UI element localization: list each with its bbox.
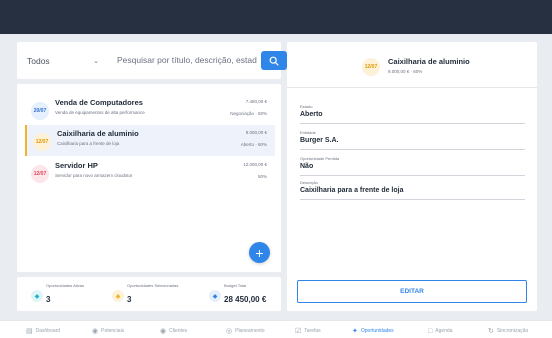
nav-item-potenciais[interactable]: ◉ Potenciais xyxy=(92,326,124,336)
date-badge: 12/07 xyxy=(362,58,380,76)
nav-item-planeamento[interactable]: ◎ Planeamento xyxy=(226,326,265,336)
opportunity-stage: 50% xyxy=(257,174,267,179)
add-opportunity-button[interactable]: + xyxy=(249,242,270,263)
detail-header: 12/07 Caixilharia de aluminio 9.000,00 €… xyxy=(287,42,537,88)
field-value: Burger S.A. xyxy=(300,137,339,144)
field-label: Entidade xyxy=(300,130,316,135)
nav-item-agenda[interactable]: □ Agenda xyxy=(428,326,452,336)
plus-icon: + xyxy=(255,244,264,261)
stats-panel: ◆ Oportunidades Ativas 3 ◆ Oportunidades… xyxy=(17,277,281,311)
nav-label: Tarefas xyxy=(304,328,321,334)
nav-item-tarefas[interactable]: ☑ Tarefas xyxy=(295,326,321,336)
stat-value: 28 450,00 € xyxy=(224,295,267,304)
field-label: Estado xyxy=(300,104,313,109)
bar-chart-icon: ▤ xyxy=(26,327,33,335)
active-opportunities-icon: ◆ xyxy=(31,290,43,302)
nav-item-sincronizacao[interactable]: ↻ Sincronização xyxy=(488,326,528,336)
detail-title: Caixilharia de aluminio xyxy=(388,57,470,66)
checkbox-icon: ☑ xyxy=(295,327,302,335)
field-label: Descrição xyxy=(300,180,318,185)
opportunity-value: 9.000,00 € xyxy=(245,130,267,135)
user-circle-icon: ◉ xyxy=(92,327,99,335)
users-icon: ◉ xyxy=(160,327,167,335)
opportunity-list-item[interactable]: 20/07 Venda de Computadores Venda de equ… xyxy=(25,94,275,125)
opportunity-stage: Aberto · 60% xyxy=(240,142,267,147)
app-top-bar xyxy=(0,0,552,34)
status-filter-value: Todos xyxy=(27,56,50,66)
field-descricao: Descrição Caixilharia para a frente de l… xyxy=(300,180,525,200)
stat-value: 3 xyxy=(127,295,132,304)
nav-item-dashboard[interactable]: ▤ Dashboard xyxy=(26,326,60,336)
selected-opportunities-icon: ◆ xyxy=(112,290,124,302)
search-input[interactable] xyxy=(117,50,257,70)
date-badge: 20/07 xyxy=(31,102,49,120)
field-estado: Estado Aberto xyxy=(300,104,525,124)
opportunity-title: Servidor HP xyxy=(55,161,98,170)
status-filter-select[interactable]: Todos ⌄ xyxy=(27,54,99,68)
search-button[interactable] xyxy=(261,51,287,70)
nav-item-clientes[interactable]: ◉ Clientes xyxy=(160,326,187,336)
opportunity-value: 7.450,00 € xyxy=(245,99,267,104)
nav-item-oportunidades[interactable]: ✦ Oportunidades xyxy=(352,326,394,336)
edit-button[interactable]: EDITAR xyxy=(297,280,527,303)
search-icon xyxy=(269,56,279,66)
opportunity-list: 20/07 Venda de Computadores Venda de equ… xyxy=(17,84,281,272)
stat-value: 3 xyxy=(46,295,51,304)
lightbulb-icon: ◎ xyxy=(226,327,233,335)
opportunity-list-item-selected[interactable]: 12/07 Caixilharia de aluminio Caixilhari… xyxy=(25,125,275,156)
opportunity-detail-panel: 12/07 Caixilharia de aluminio 9.000,00 €… xyxy=(287,42,537,311)
nav-label: Planeamento xyxy=(235,328,265,334)
opportunity-list-item[interactable]: 12/07 Servidor HP Servidor para novo arm… xyxy=(25,157,275,188)
target-icon: ✦ xyxy=(352,327,358,335)
field-value: Caixilharia para a frente de loja xyxy=(300,187,404,194)
stat-label: Oportunidades Selecionadas xyxy=(127,283,179,288)
chevron-down-icon: ⌄ xyxy=(93,58,99,65)
opportunity-title: Caixilharia de aluminio xyxy=(57,129,139,138)
nav-label: Oportunidades xyxy=(360,328,394,334)
date-badge: 12/07 xyxy=(31,165,49,183)
sync-icon: ↻ xyxy=(488,327,494,335)
opportunity-value: 12.000,00 € xyxy=(243,162,267,167)
field-entidade: Entidade Burger S.A. xyxy=(300,130,525,150)
nav-label: Sincronização xyxy=(496,328,529,334)
nav-label: Clientes xyxy=(169,328,188,334)
opportunity-description: Servidor para novo armazem cloudstor xyxy=(55,173,133,178)
field-label: Oportunidade Perdida xyxy=(300,156,340,161)
calendar-icon: □ xyxy=(428,327,433,335)
budget-icon: ◆ xyxy=(209,290,221,302)
field-oportunidade-perdida: Oportunidade Perdida Não xyxy=(300,156,525,176)
bottom-navigation: ▤ Dashboard ◉ Potenciais ◉ Clientes ◎ Pl… xyxy=(0,320,552,338)
nav-label: Agenda xyxy=(435,328,453,334)
date-badge: 12/07 xyxy=(33,133,51,151)
opportunity-stage: Negociação · 50% xyxy=(230,111,267,116)
detail-subtitle: 9.000,00 € · 60% xyxy=(388,69,423,74)
stat-label: Budget Total xyxy=(224,283,247,288)
field-value: Não xyxy=(300,163,314,170)
nav-label: Dashboard xyxy=(35,328,61,334)
opportunity-description: Caixilharia para a frente de loja xyxy=(57,141,120,146)
field-value: Aberto xyxy=(300,111,323,118)
stat-label: Oportunidades Ativas xyxy=(46,283,85,288)
nav-label: Potenciais xyxy=(101,328,125,334)
search-panel: Todos ⌄ xyxy=(17,42,287,79)
opportunity-description: Venda de equipamentos de alta performanc… xyxy=(55,110,145,115)
opportunity-title: Venda de Computadores xyxy=(55,98,143,107)
